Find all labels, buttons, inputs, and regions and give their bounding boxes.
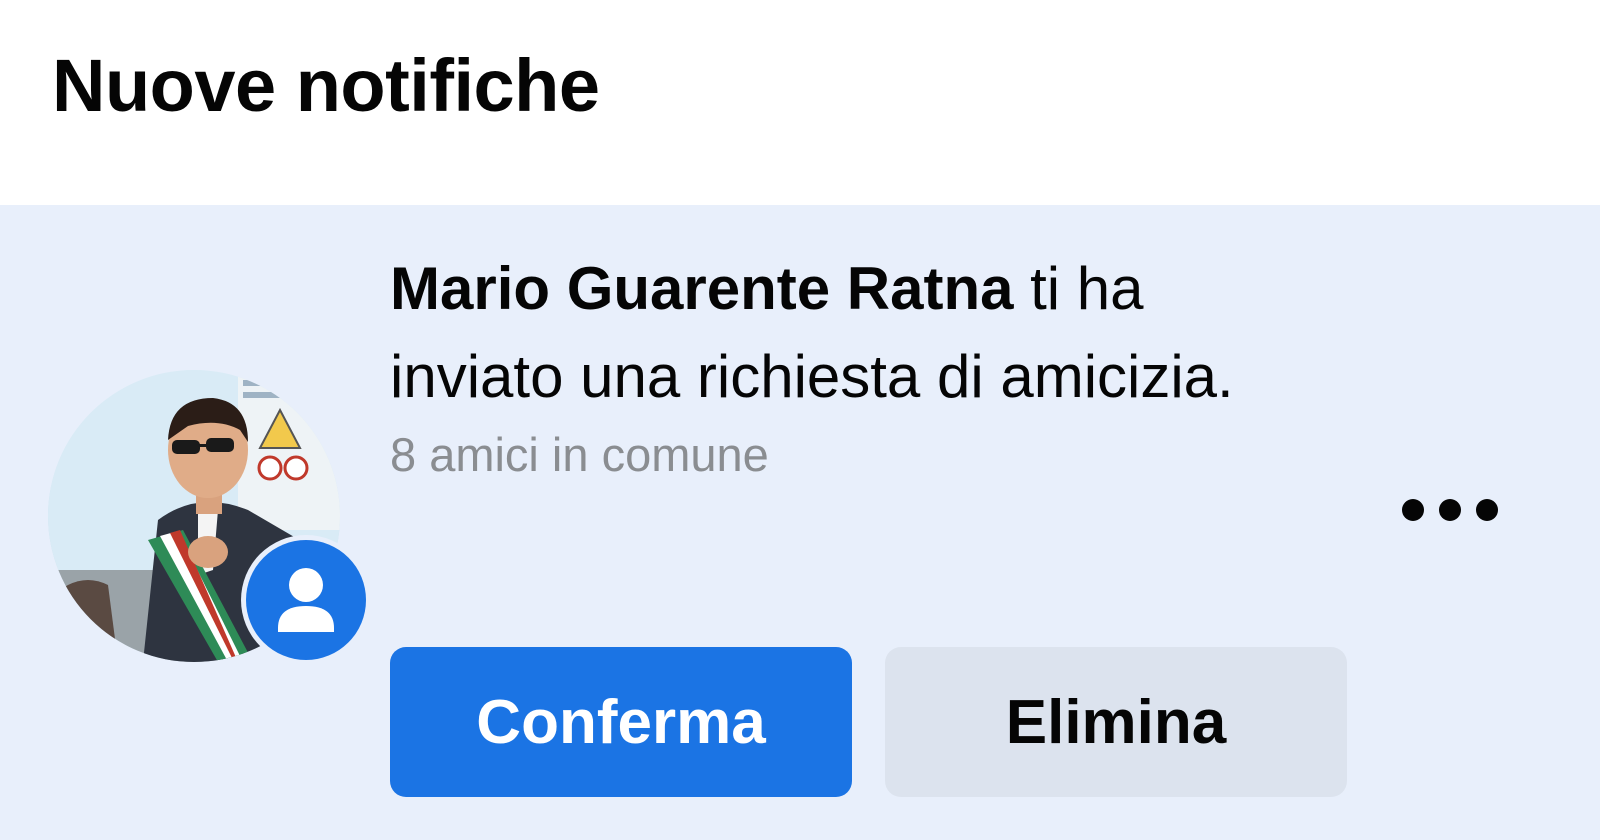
notifications-header: Nuove notifiche xyxy=(0,0,1600,205)
page-title: Nuove notifiche xyxy=(52,44,600,127)
person-icon xyxy=(278,568,334,632)
friend-request-badge xyxy=(246,540,366,660)
notification-content: Mario Guarente Ratna ti ha inviato una r… xyxy=(390,245,1350,797)
mutual-friends[interactable]: 8 amici in comune xyxy=(390,423,1350,487)
friend-request-notification[interactable]: Mario Guarente Ratna ti ha inviato una r… xyxy=(0,205,1600,840)
notification-message: Mario Guarente Ratna ti ha inviato una r… xyxy=(390,245,1330,421)
sender-name[interactable]: Mario Guarente Ratna xyxy=(390,255,1013,322)
more-dot xyxy=(1439,499,1461,521)
confirm-button[interactable]: Conferma xyxy=(390,647,852,797)
action-buttons: Conferma Elimina xyxy=(390,647,1347,797)
more-dot xyxy=(1476,499,1498,521)
delete-button[interactable]: Elimina xyxy=(885,647,1347,797)
more-dot xyxy=(1402,499,1424,521)
more-options-icon[interactable] xyxy=(1402,490,1498,530)
avatar-container[interactable] xyxy=(48,370,366,662)
